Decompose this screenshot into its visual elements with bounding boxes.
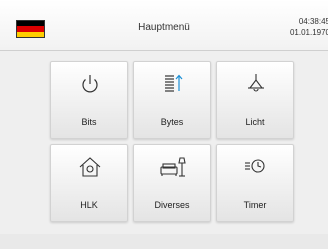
tile-hlk[interactable]: HLK [50,144,128,222]
list-up-arrow-icon [165,74,183,92]
clock-date: 01.01.1970 [289,28,328,37]
tile-bits[interactable]: Bits [50,61,128,139]
tile-label: Diverses [154,200,190,210]
tile-label: Bits [81,117,97,127]
tile-licht[interactable]: Licht [216,61,294,139]
bottom-bar [0,234,328,249]
tile-label: HLK [80,200,98,210]
clock-time: 04:38:45 [298,17,328,26]
page-title: Hauptmenü [138,22,190,33]
clock-display: 04:38:45 01.01.1970 [290,16,328,38]
sofa-lamp-icon [160,157,186,177]
header-bar: Hauptmenü 04:38:45 01.01.1970 [0,0,328,51]
tile-timer[interactable]: Timer [216,144,294,222]
main-menu-grid: Bits Bytes Licht HLK Diverses Timer [50,61,295,224]
tile-label: Bytes [160,117,184,127]
tile-diverses[interactable]: Diverses [133,144,211,222]
house-icon [79,157,101,177]
tile-label: Licht [245,117,265,127]
tile-bytes[interactable]: Bytes [133,61,211,139]
power-icon [82,75,98,93]
tile-label: Timer [243,200,267,210]
clock-icon [245,159,265,173]
ceiling-lamp-icon [248,74,264,92]
